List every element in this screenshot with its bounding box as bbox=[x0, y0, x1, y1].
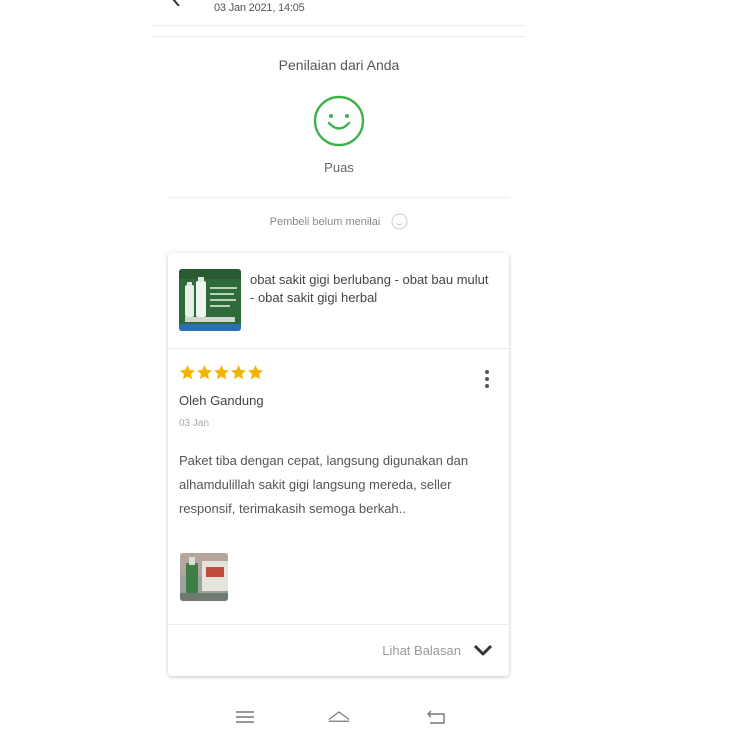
review-date: 03 Jan bbox=[179, 418, 210, 429]
review-text: Paket tiba dengan cepat, langsung diguna… bbox=[179, 453, 469, 516]
star-icon bbox=[248, 365, 263, 380]
more-options-icon[interactable] bbox=[483, 369, 491, 389]
top-bar: 03 Jan 2021, 14:05 bbox=[152, 0, 526, 26]
order-date: 03 Jan 2021, 14:05 bbox=[214, 2, 305, 14]
star-icon bbox=[214, 365, 229, 380]
rating-label: Puas bbox=[324, 160, 354, 175]
reviewer-name: Oleh Gandung bbox=[179, 393, 264, 408]
smiley-icon bbox=[313, 95, 365, 147]
phone-screen: 03 Jan 2021, 14:05 Penilaian dari Anda P… bbox=[152, 0, 526, 736]
divider bbox=[152, 36, 526, 37]
star-icon bbox=[197, 365, 212, 380]
divider bbox=[168, 197, 510, 198]
system-nav-bar bbox=[152, 700, 526, 736]
product-thumbnail[interactable] bbox=[179, 269, 241, 331]
product-row[interactable]: obat sakit gigi berlubang - obat bau mul… bbox=[168, 253, 509, 349]
buyer-rating-status: Pembeli belum menilai bbox=[152, 213, 526, 230]
star-icon bbox=[231, 365, 246, 380]
back-arrow-icon[interactable] bbox=[170, 0, 184, 6]
chevron-down-icon[interactable] bbox=[473, 643, 493, 657]
neutral-smiley-icon bbox=[391, 213, 408, 230]
product-name[interactable]: obat sakit gigi berlubang - obat bau mul… bbox=[250, 271, 490, 307]
home-icon[interactable] bbox=[328, 708, 350, 726]
review-photo[interactable] bbox=[180, 553, 228, 601]
rating-title: Penilaian dari Anda bbox=[278, 57, 400, 73]
menu-icon[interactable] bbox=[234, 708, 256, 726]
star-icon bbox=[180, 365, 195, 380]
star-rating bbox=[179, 364, 264, 384]
back-nav-icon[interactable] bbox=[426, 708, 448, 726]
view-replies-link[interactable]: Lihat Balasan bbox=[382, 643, 461, 658]
card-footer[interactable]: Lihat Balasan bbox=[168, 624, 509, 676]
buyer-status-text: Pembeli belum menilai bbox=[269, 215, 381, 228]
review-card: obat sakit gigi berlubang - obat bau mul… bbox=[168, 253, 509, 676]
